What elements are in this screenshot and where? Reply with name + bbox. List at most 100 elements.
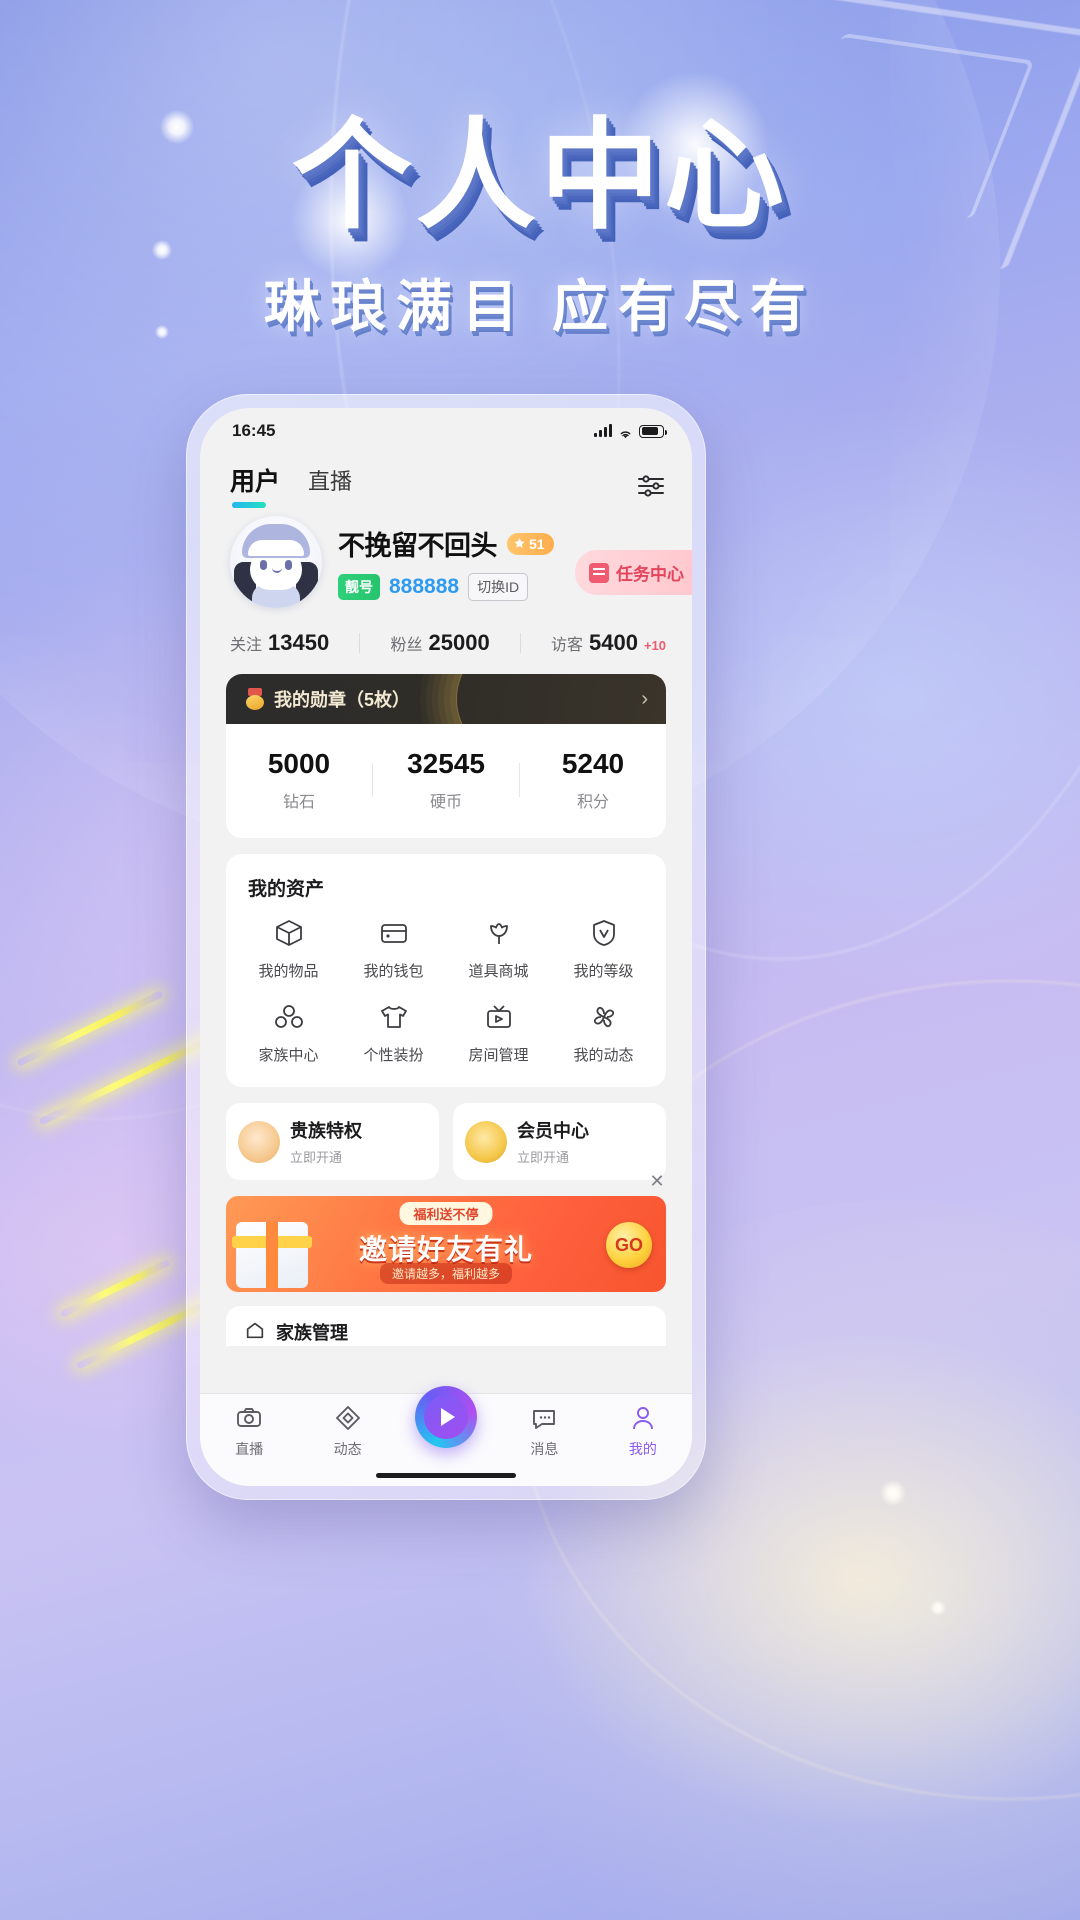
vip-coin-icon xyxy=(465,1120,507,1163)
stat-label: 访客 xyxy=(550,637,583,654)
tulip-icon xyxy=(481,915,517,951)
stat-visitors[interactable]: 访客 5400 +10 xyxy=(551,630,666,656)
phone-screen: 16:45 用户 直播 不挽留不回头 51 靓号 888888 切换ID 任务中… xyxy=(200,408,692,1486)
stat-fans[interactable]: 粉丝 25000 xyxy=(390,630,489,656)
asset-item-level[interactable]: 我的等级 xyxy=(551,915,656,981)
medal-title: 我的勋章（5枚） xyxy=(274,690,411,710)
wallet-points[interactable]: 5240 积分 xyxy=(520,748,666,812)
wallet-card: 5000 钻石 32545 硬币 5240 积分 xyxy=(226,724,666,838)
tabbar-item-messages[interactable]: 消息 xyxy=(495,1404,593,1459)
privilege-title: 贵族特权 xyxy=(290,1121,362,1141)
asset-label: 房间管理 xyxy=(468,1047,529,1064)
chat-icon xyxy=(530,1404,558,1432)
switch-id-button[interactable]: 切换ID xyxy=(468,573,529,601)
top-tabs: 用户 直播 xyxy=(200,454,692,510)
tabbar-item-profile[interactable]: 我的 xyxy=(594,1404,692,1459)
tabbar-label: 我的 xyxy=(628,1441,657,1457)
diamond-icon xyxy=(334,1404,362,1432)
noble-privilege-card[interactable]: 贵族特权 立即开通 xyxy=(226,1103,439,1180)
vip-center-card[interactable]: 会员中心 立即开通 xyxy=(453,1103,666,1180)
play-center-inner xyxy=(424,1395,469,1439)
asset-label: 我的动态 xyxy=(573,1047,634,1064)
medal-bar[interactable]: 我的勋章（5枚） › xyxy=(226,674,666,724)
page-title: 个人中心 xyxy=(292,109,788,243)
medal-card[interactable]: 我的勋章（5枚） › xyxy=(226,674,666,724)
avatar[interactable] xyxy=(230,516,322,608)
privilege-subtitle: 立即开通 xyxy=(517,1150,570,1165)
shield-v-icon xyxy=(586,915,622,951)
asset-item-room[interactable]: 房间管理 xyxy=(446,999,551,1065)
asset-item-goods[interactable]: 我的物品 xyxy=(236,915,341,981)
gift-box-icon xyxy=(232,1222,312,1288)
clipped-card[interactable]: 家族管理 xyxy=(226,1306,666,1346)
stat-following[interactable]: 关注 13450 xyxy=(230,630,329,656)
chevron-right-icon[interactable]: › xyxy=(641,688,648,711)
play-center-button[interactable] xyxy=(415,1386,478,1448)
stat-delta: +10 xyxy=(643,638,666,653)
promo-banner[interactable]: 福利送不停 邀请好友有礼 邀请越多，福利越多 GO xyxy=(226,1196,666,1292)
tab-user[interactable]: 用户 xyxy=(230,462,280,508)
wallet-value: 5000 xyxy=(267,748,331,779)
noble-icon xyxy=(238,1120,280,1163)
asset-label: 我的等级 xyxy=(573,963,634,980)
signal-bars-icon xyxy=(594,424,612,437)
tab-live[interactable]: 直播 xyxy=(308,464,352,506)
avatar-hat xyxy=(242,524,310,558)
level-value: 51 xyxy=(529,535,545,552)
tshirt-icon xyxy=(376,999,412,1035)
asset-item-dressup[interactable]: 个性装扮 xyxy=(341,999,446,1065)
asset-label: 我的物品 xyxy=(258,963,319,980)
stat-label: 关注 xyxy=(230,637,263,654)
play-icon xyxy=(441,1408,456,1426)
asset-item-props-store[interactable]: 道具商城 xyxy=(446,915,551,981)
wallet-value: 5240 xyxy=(561,748,625,779)
banner-cta-button[interactable]: GO xyxy=(606,1222,652,1268)
tv-icon xyxy=(481,999,517,1035)
avatar-eye xyxy=(260,560,267,570)
wallet-coin[interactable]: 32545 硬币 xyxy=(373,748,519,812)
close-icon[interactable]: ✕ xyxy=(646,1170,668,1192)
family-icon xyxy=(271,999,307,1035)
battery-icon xyxy=(639,424,667,438)
privilege-subtitle: 立即开通 xyxy=(290,1150,343,1165)
wallet-label: 积分 xyxy=(576,794,609,811)
follow-stats: 关注 13450 粉丝 25000 访客 5400 +10 xyxy=(200,608,692,674)
id-tag: 靓号 xyxy=(338,574,380,600)
task-center-button[interactable]: 任务中心 xyxy=(575,550,692,595)
banner-top-label: 福利送不停 xyxy=(399,1202,493,1225)
asset-label: 我的钱包 xyxy=(363,963,424,980)
privilege-row: 贵族特权 立即开通 会员中心 立即开通 xyxy=(226,1103,666,1180)
status-badge[interactable]: 51 xyxy=(507,532,554,555)
home-indicator xyxy=(376,1473,516,1478)
wallet-diamond[interactable]: 5000 钻石 xyxy=(226,748,372,812)
tabbar-item-center[interactable] xyxy=(397,1386,495,1448)
avatar-eye xyxy=(285,560,292,570)
light-dot xyxy=(880,1480,906,1506)
medal-icon xyxy=(244,688,266,710)
promo-banner-wrapper: ✕ 福利送不停 邀请好友有礼 邀请越多，福利越多 GO xyxy=(226,1171,666,1292)
asset-label: 道具商城 xyxy=(468,963,529,980)
tabbar-item-moments[interactable]: 动态 xyxy=(298,1404,396,1459)
wallet-value: 32545 xyxy=(407,748,485,779)
assets-card: 我的资产 我的物品 我的钱包 道具商城 我的等级 家族中心 个性装扮 房间管理 … xyxy=(226,854,666,1087)
asset-item-moments[interactable]: 我的动态 xyxy=(551,999,656,1065)
stat-label: 粉丝 xyxy=(390,637,423,654)
bottom-tabbar: 直播 动态 消息 我的 xyxy=(200,1386,692,1486)
asset-item-family[interactable]: 家族中心 xyxy=(236,999,341,1065)
wallet-icon xyxy=(376,915,412,951)
wallet-label: 钻石 xyxy=(282,794,315,811)
page-body[interactable]: 用户 直播 不挽留不回头 51 靓号 888888 切换ID 任务中心 关注 1… xyxy=(200,454,692,1394)
divider xyxy=(519,633,521,653)
flower-icon xyxy=(586,999,622,1035)
stat-value: 5400 xyxy=(588,630,638,655)
task-center-label: 任务中心 xyxy=(616,565,684,584)
wallet-label: 硬币 xyxy=(429,794,462,811)
filter-sliders-icon[interactable] xyxy=(636,473,666,497)
task-icon xyxy=(589,562,609,583)
status-time: 16:45 xyxy=(232,421,276,440)
id-number[interactable]: 888888 xyxy=(389,575,459,599)
tabbar-item-live[interactable]: 直播 xyxy=(200,1404,298,1459)
status-bar: 16:45 xyxy=(200,408,692,454)
asset-item-wallet[interactable]: 我的钱包 xyxy=(341,915,446,981)
page-subtitle: 琳琅满目 应有尽有 xyxy=(264,277,816,339)
